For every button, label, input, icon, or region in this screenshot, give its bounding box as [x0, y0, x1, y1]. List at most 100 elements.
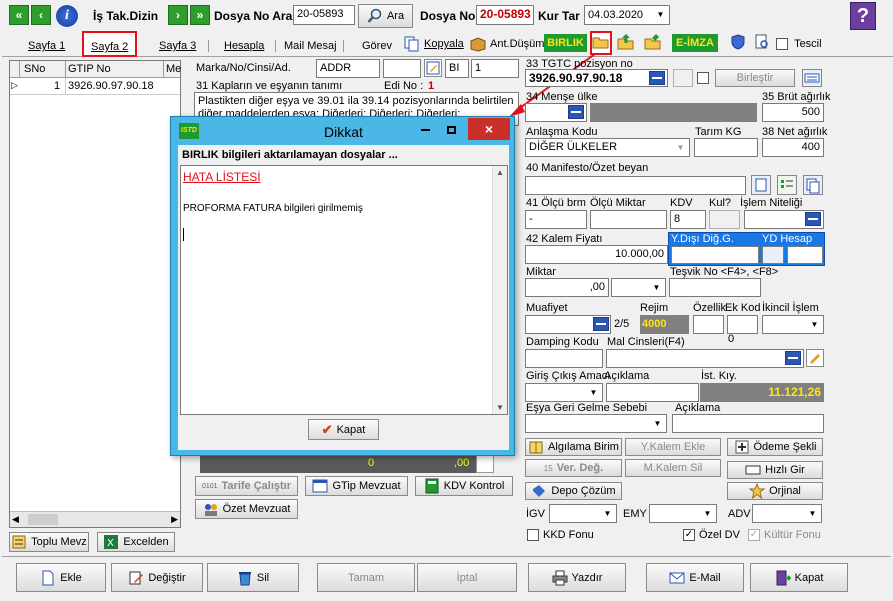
- yd-keyboard-button[interactable]: [762, 246, 784, 264]
- tamam-button[interactable]: Tamam: [317, 563, 415, 592]
- ozellik-input[interactable]: [693, 315, 724, 334]
- aciklama-input[interactable]: [606, 383, 699, 402]
- marka-no-input[interactable]: [383, 59, 421, 78]
- email-button[interactable]: E-Mail: [646, 563, 744, 592]
- download-folder-button[interactable]: [644, 33, 664, 53]
- mal-cinsleri-picker[interactable]: [785, 351, 801, 365]
- ver-deg-button[interactable]: 15 Ver. Değ.: [525, 459, 622, 477]
- keyboard-button[interactable]: [802, 69, 822, 87]
- tescil-checkbox[interactable]: Tescil: [776, 38, 822, 51]
- ozel-dv-checkbox[interactable]: ✓ Özel DV: [683, 529, 740, 542]
- ozet-mevzuat-button[interactable]: Özet Mevzuat: [195, 499, 298, 519]
- info-icon[interactable]: i: [56, 5, 78, 27]
- column-header-sno[interactable]: SNo: [24, 63, 45, 76]
- giris-cikis-dropdown[interactable]: ▼: [525, 383, 603, 402]
- yazdir-button[interactable]: Yazdır: [528, 563, 626, 592]
- yd-hesap-input[interactable]: [787, 246, 823, 264]
- depo-cozum-button[interactable]: Depo Çözüm: [525, 482, 622, 500]
- tgtc-input[interactable]: 3926.90.97.90.18: [525, 69, 668, 87]
- tab-sayfa-2[interactable]: Sayfa 2: [82, 31, 138, 57]
- tab-gorev[interactable]: Görev: [356, 36, 398, 56]
- manifesto-doc-button[interactable]: [751, 175, 771, 195]
- miktar-unit-dropdown[interactable]: ▼: [611, 278, 666, 297]
- hizli-gir-button[interactable]: Hızlı Gir: [727, 461, 823, 479]
- manifesto-list-button[interactable]: [777, 175, 797, 195]
- ikincil-dropdown[interactable]: ▼: [762, 315, 824, 334]
- emy-dropdown[interactable]: ▼: [649, 504, 717, 523]
- help-button[interactable]: ?: [850, 2, 876, 30]
- back-button[interactable]: ‹: [31, 5, 51, 25]
- ekle-button[interactable]: Ekle: [16, 563, 106, 592]
- toplu-mevzuat-button[interactable]: Toplu Mevz: [9, 532, 89, 552]
- close-button[interactable]: ×: [468, 118, 510, 140]
- forward-last-button[interactable]: »: [190, 5, 210, 25]
- mal-cinsleri-input[interactable]: [606, 349, 804, 368]
- e-imza-button[interactable]: E-İMZA: [672, 34, 718, 52]
- tgtc-picker[interactable]: [649, 71, 665, 85]
- net-input[interactable]: 400: [762, 138, 824, 157]
- esya-geri-dropdown[interactable]: ▼: [525, 414, 667, 433]
- kopyala-button[interactable]: Kopyala: [404, 35, 464, 53]
- miktar-input[interactable]: ,00: [525, 278, 609, 297]
- maximize-button[interactable]: [439, 120, 464, 140]
- aciklama2-input[interactable]: [672, 414, 824, 433]
- mal-cinsleri-edit-button[interactable]: [806, 349, 824, 367]
- tab-mail-mesaj[interactable]: Mail Mesaj: [278, 36, 343, 56]
- kultur-check[interactable]: ✓: [748, 529, 760, 542]
- kalem-fiyati-input[interactable]: 10.000,00: [525, 245, 668, 264]
- manifesto-copy-button[interactable]: [803, 175, 823, 195]
- upload-folder-button[interactable]: [617, 33, 637, 53]
- column-header-gtip[interactable]: GTIP No: [68, 63, 111, 76]
- olcu-miktar-input[interactable]: [590, 210, 667, 229]
- preview-button[interactable]: [754, 34, 772, 52]
- tesvik-input[interactable]: [669, 278, 761, 297]
- iptal-button[interactable]: İptal: [417, 563, 517, 592]
- brut-input[interactable]: 500: [762, 103, 824, 122]
- error-list-textarea[interactable]: HATA LİSTESİ PROFORMA FATURA bilgileri g…: [180, 165, 508, 415]
- kkd-fonu-checkbox[interactable]: KKD Fonu: [527, 529, 594, 542]
- items-grid[interactable]: SNo GTIP No Me ▷ 1 3926.90.97.90.18 ◀ ▶: [9, 60, 181, 528]
- islem-picker[interactable]: [805, 212, 821, 226]
- y-kalem-ekle-button[interactable]: Y.Kalem Ekle: [625, 438, 721, 456]
- tab-hesapla[interactable]: Hesapla: [218, 36, 270, 56]
- tarim-input[interactable]: [694, 138, 758, 157]
- column-header-me[interactable]: Me: [166, 63, 181, 76]
- excelden-button[interactable]: X Excelden: [97, 532, 175, 552]
- ek-kod-input[interactable]: [727, 315, 758, 334]
- degistir-button[interactable]: Değiştir: [111, 563, 203, 592]
- mense-picker[interactable]: [568, 105, 584, 119]
- shield-button[interactable]: [730, 34, 748, 52]
- tarife-calistir-button[interactable]: 0101 Tarife Çalıştır: [195, 476, 298, 496]
- orjinal-button[interactable]: Orjinal: [727, 482, 823, 500]
- dosya-no-ara-input[interactable]: 20-05893: [293, 5, 355, 25]
- birlestir-button[interactable]: Birleştir: [715, 69, 795, 87]
- ozel-dv-check[interactable]: ✓: [683, 529, 695, 542]
- olcu-brm-input[interactable]: -: [525, 210, 587, 229]
- vertical-scrollbar[interactable]: ▲ ▼: [492, 166, 507, 414]
- kkd-check[interactable]: [527, 529, 539, 542]
- marka-input[interactable]: ADDR: [316, 59, 380, 78]
- igv-dropdown[interactable]: ▼: [549, 504, 617, 523]
- odeme-sekli-button[interactable]: Ödeme Şekli: [727, 438, 823, 456]
- ant-dusum-button[interactable]: Ant.Düşüm: [470, 35, 544, 53]
- kdv-kontrol-button[interactable]: KDV Kontrol: [415, 476, 513, 496]
- ara-button[interactable]: Ara: [358, 4, 413, 28]
- tescil-check[interactable]: [776, 38, 788, 51]
- bi-input[interactable]: BI: [445, 59, 469, 78]
- kultur-fonu-checkbox[interactable]: ✓ Kültür Fonu: [748, 529, 821, 542]
- birlik-button[interactable]: BIRLIK: [544, 34, 587, 52]
- ydisi-input[interactable]: [671, 246, 759, 264]
- sil-button[interactable]: Sil: [207, 563, 299, 592]
- tgtc-check[interactable]: [697, 72, 709, 85]
- kdv-input[interactable]: 8: [670, 210, 706, 229]
- anlasma-dropdown[interactable]: DİĞER ÜLKELER ▼: [525, 138, 690, 157]
- minimize-button[interactable]: [413, 120, 438, 140]
- manifesto-input[interactable]: [525, 176, 746, 195]
- kur-tar-dropdown[interactable]: 04.03.2020 ▼: [584, 5, 670, 25]
- gtip-mevzuat-button[interactable]: GTip Mevzuat: [305, 476, 408, 496]
- dialog-kapat-button[interactable]: ✔ Kapat: [308, 419, 379, 440]
- tab-sayfa-3[interactable]: Sayfa 3: [153, 36, 202, 56]
- horizontal-scrollbar[interactable]: ◀ ▶: [10, 511, 180, 527]
- damping-input[interactable]: [525, 349, 603, 368]
- forward-button[interactable]: ›: [168, 5, 188, 25]
